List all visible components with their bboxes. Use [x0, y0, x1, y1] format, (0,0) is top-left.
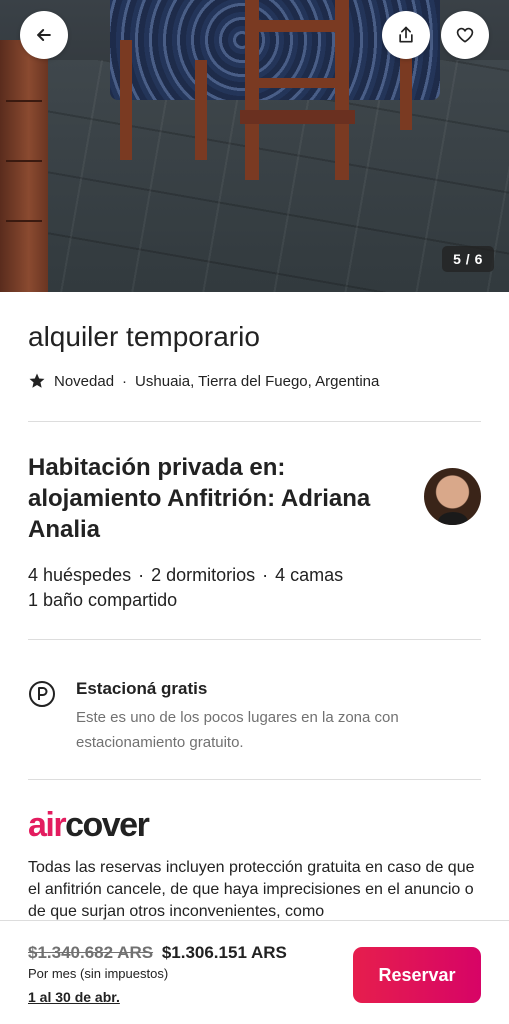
listing-title: alquiler temporario	[28, 321, 260, 352]
new-price: $1.306.151 ARS	[161, 943, 287, 962]
bathroom-info: 1 baño compartido	[28, 590, 178, 610]
listing-meta: Novedad · Ushuaia, Tierra del Fuego, Arg…	[28, 372, 379, 390]
beds-count: 4 camas	[275, 565, 344, 585]
photo-cabinet	[0, 40, 48, 292]
detail-separator: ·	[262, 565, 269, 585]
star-icon	[29, 373, 45, 388]
photo-chair-rail	[250, 78, 345, 88]
reserve-button[interactable]: Reservar	[353, 947, 481, 1003]
old-price: $1.340.682 ARS	[28, 943, 154, 962]
back-button[interactable]	[20, 11, 68, 59]
favorite-button[interactable]	[441, 11, 489, 59]
booking-bar: $1.340.682 ARS $1.306.151 ARS Por mes (s…	[0, 920, 509, 1024]
host-avatar[interactable]	[424, 468, 481, 525]
room-details: 4 huéspedes · 2 dormitorios · 4 camas 1 baño…	[28, 563, 343, 613]
parking-icon	[29, 681, 55, 707]
bedrooms-count: 2 dormitorios	[151, 565, 256, 585]
location-link[interactable]: Ushuaia, Tierra del Fuego, Argentina	[135, 373, 379, 390]
detail-separator: ·	[138, 565, 145, 585]
divider	[28, 639, 481, 640]
aircover-logo: aircover	[28, 805, 150, 845]
photo-chair-seat	[240, 110, 355, 124]
listing-photo[interactable]: 5 / 6	[0, 0, 509, 292]
price-row: $1.340.682 ARS $1.306.151 ARS	[28, 943, 287, 963]
rating-label: Novedad	[54, 372, 115, 390]
aircover-text: Todas las reservas incluyen protección g…	[28, 859, 475, 920]
aircover-logo-air: air	[28, 806, 67, 844]
photo-chair-rail	[250, 20, 345, 32]
share-button[interactable]	[382, 11, 430, 59]
divider	[28, 779, 481, 780]
price-period: Por mes (sin impuestos)	[28, 966, 169, 981]
heart-icon	[456, 27, 474, 43]
photo-counter: 5 / 6	[442, 246, 494, 272]
amenity-description: Este es uno de los pocos lugares en la z…	[76, 709, 399, 751]
share-icon	[399, 26, 413, 43]
dates-link[interactable]: 1 al 30 de abr.	[28, 989, 120, 1005]
photo-chair-leg	[120, 40, 132, 160]
room-title: Habitación privada en: alojamiento Anfit…	[28, 454, 371, 543]
aircover-logo-cover: cover	[65, 806, 150, 844]
amenity-title: Estacioná gratis	[76, 679, 208, 698]
arrow-left-icon	[37, 29, 51, 41]
meta-separator: ·	[122, 372, 128, 390]
divider	[28, 421, 481, 422]
guests-count: 4 huéspedes	[28, 565, 132, 585]
photo-chair-leg	[195, 60, 207, 160]
